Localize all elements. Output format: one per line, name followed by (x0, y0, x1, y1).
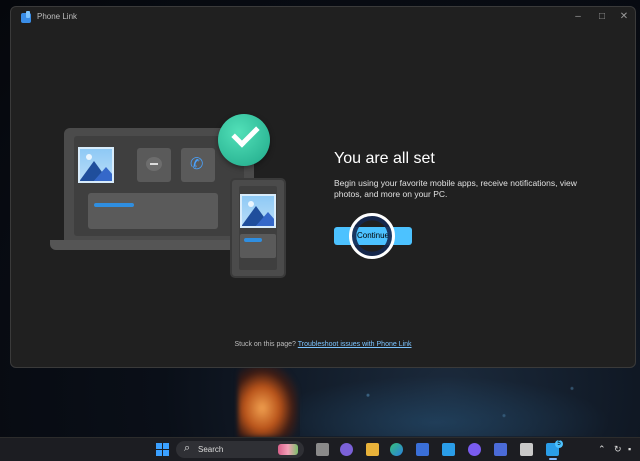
edge-icon[interactable] (390, 443, 403, 456)
teams-icon[interactable] (494, 443, 507, 456)
panel-accent-bar (94, 203, 134, 207)
call-icon: ✆ (181, 148, 215, 182)
title-bar[interactable]: Phone Link – □ ✕ (11, 7, 635, 29)
wallpaper-stars (300, 368, 640, 436)
power-automate-icon[interactable] (468, 443, 481, 456)
store-icon[interactable] (416, 443, 429, 456)
minimize-button[interactable]: – (567, 9, 589, 25)
phone-link-app-icon (21, 11, 31, 23)
sun-shape (86, 154, 92, 160)
app-icon[interactable] (442, 443, 455, 456)
troubleshoot-link[interactable]: Troubleshoot issues with Phone Link (298, 341, 412, 348)
page-title: You are all set (334, 150, 435, 167)
continue-button[interactable]: Continue (334, 227, 412, 245)
phone-photo-icon (240, 194, 276, 228)
notification-panel (88, 193, 218, 229)
network-icon[interactable]: ▪ (628, 444, 631, 454)
close-button[interactable]: ✕ (613, 9, 635, 25)
chat-icon (137, 148, 171, 182)
app-title: Phone Link (37, 12, 78, 21)
copilot-icon[interactable] (340, 443, 353, 456)
wallpaper-glow (238, 365, 298, 437)
taskbar: ⌕ Search ⌃ ↻ ▪ (0, 437, 640, 461)
file-explorer-icon[interactable] (366, 443, 379, 456)
phone-icon (230, 178, 286, 278)
refresh-icon[interactable]: ↻ (614, 444, 622, 455)
search-label: Search (198, 445, 224, 454)
maximize-button[interactable]: □ (591, 9, 613, 25)
search-highlight-art (278, 444, 298, 455)
chevron-up-icon[interactable]: ⌃ (598, 444, 606, 455)
mountain-shape (92, 167, 112, 181)
phone-card-bar (244, 238, 262, 242)
mountain-shape (254, 212, 274, 226)
phone-card (240, 234, 276, 258)
notification-badge: 5 (555, 440, 563, 448)
windows-start-icon[interactable] (156, 443, 169, 456)
taskbar-search[interactable]: ⌕ Search (176, 441, 304, 458)
checkmark-icon (218, 114, 270, 166)
search-icon: ⌕ (184, 442, 191, 454)
help-footer: Stuck on this page? Troubleshoot issues … (10, 341, 636, 348)
chat-bubble-shape (146, 157, 162, 171)
photo-icon (78, 147, 114, 183)
task-view-icon[interactable] (316, 443, 329, 456)
phone-receiver-glyph: ✆ (190, 156, 204, 173)
app-icon[interactable] (520, 443, 533, 456)
setup-description: Begin using your favorite mobile apps, r… (334, 178, 577, 199)
help-prefix: Stuck on this page? (234, 341, 296, 348)
